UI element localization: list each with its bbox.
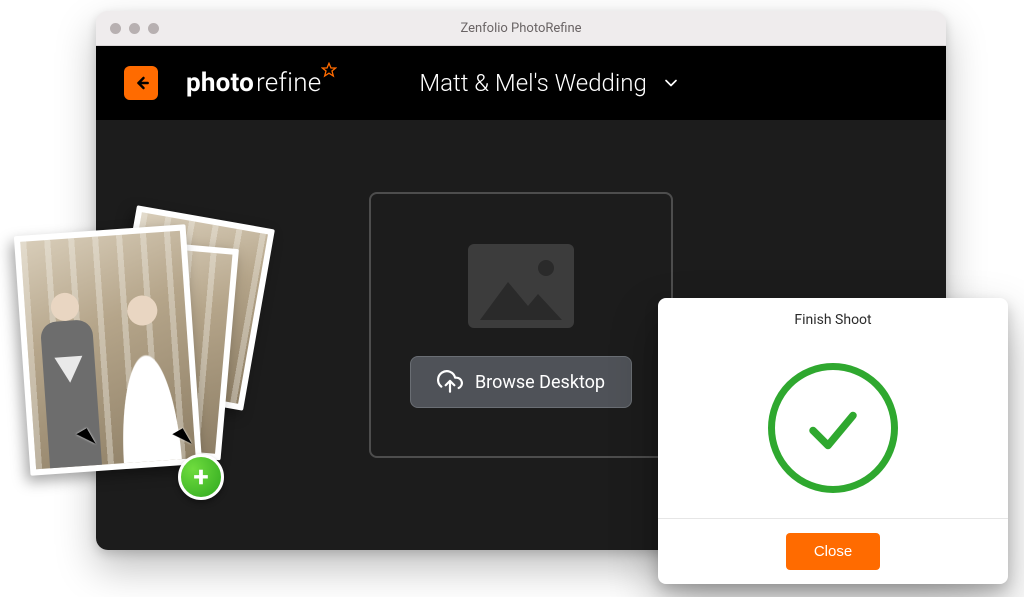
traffic-lights[interactable] — [110, 23, 159, 34]
project-name: Matt & Mel's Wedding — [419, 69, 646, 97]
dialog-footer: Close — [658, 518, 1008, 584]
brand-logo: photorefine — [186, 68, 321, 98]
finish-shoot-dialog: Finish Shoot Close — [658, 298, 1008, 584]
upload-dropzone[interactable]: Browse Desktop — [369, 192, 673, 458]
checkmark-icon — [803, 398, 863, 458]
browse-desktop-button[interactable]: Browse Desktop — [410, 356, 632, 408]
window-title: Zenfolio PhotoRefine — [96, 21, 946, 36]
traffic-light-close[interactable] — [110, 23, 121, 34]
close-button[interactable]: Close — [786, 533, 880, 570]
traffic-light-minimize[interactable] — [129, 23, 140, 34]
image-placeholder-icon — [466, 242, 576, 330]
browse-desktop-label: Browse Desktop — [475, 372, 605, 393]
project-selector[interactable]: Matt & Mel's Wedding — [419, 69, 680, 97]
success-indicator — [768, 363, 898, 493]
brand-text-bold: photo — [186, 68, 254, 98]
traffic-light-zoom[interactable] — [148, 23, 159, 34]
titlebar: Zenfolio PhotoRefine — [96, 11, 946, 46]
add-photos-badge: + — [178, 454, 224, 500]
back-button[interactable] — [124, 66, 158, 100]
arrow-left-icon — [131, 73, 151, 93]
dialog-title: Finish Shoot — [658, 298, 1008, 338]
cloud-upload-icon — [437, 369, 463, 395]
dialog-body — [658, 338, 1008, 518]
cursor-icon — [76, 428, 95, 450]
app-header: photorefine Matt & Mel's Wedding — [96, 46, 946, 120]
star-outline-icon — [321, 62, 337, 78]
chevron-down-icon — [661, 73, 681, 93]
plus-icon: + — [193, 463, 208, 491]
brand-text-light: refine — [256, 68, 321, 98]
